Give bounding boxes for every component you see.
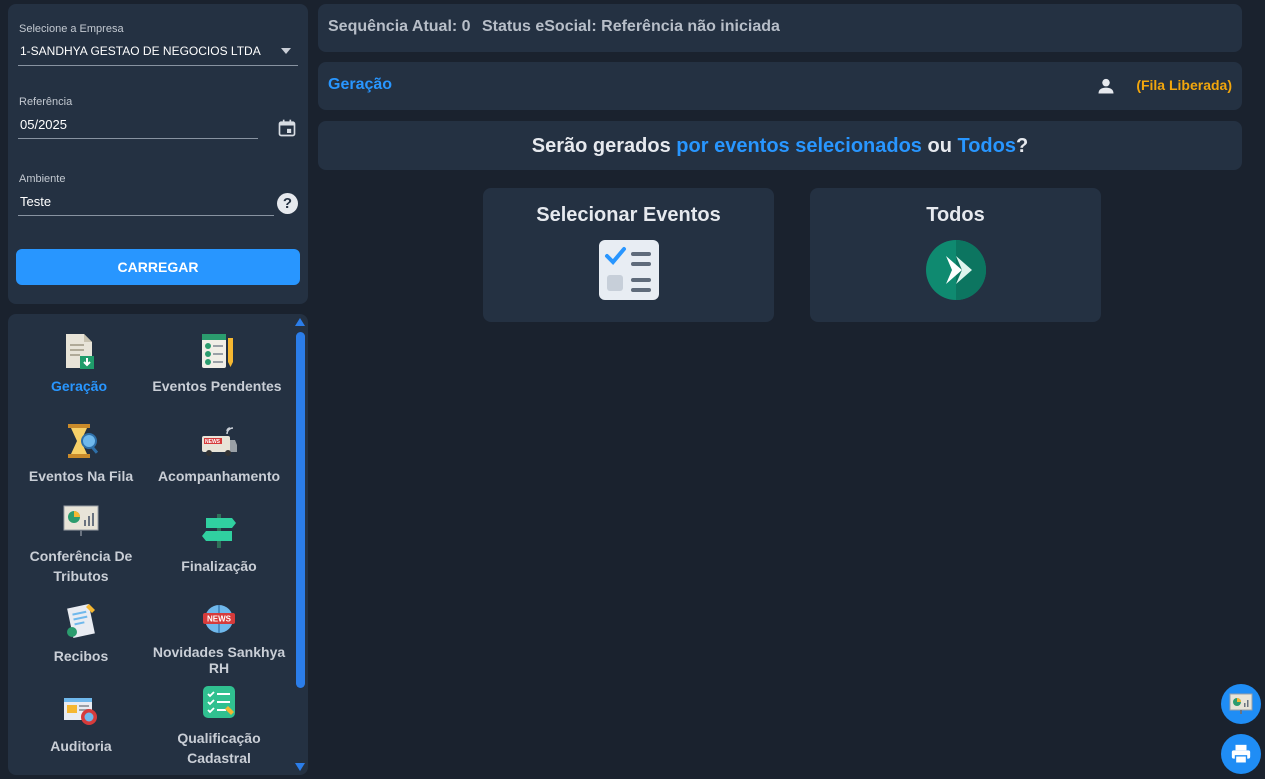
- menu-item-eventos-pendentes[interactable]: Eventos Pendentes: [148, 332, 286, 396]
- menu-item-finalizacao[interactable]: Finalização: [150, 512, 288, 576]
- menu-item-eventos-na-fila[interactable]: Eventos Na Fila: [12, 422, 150, 486]
- all-events-title: Todos: [926, 204, 985, 226]
- generation-title[interactable]: Geração: [328, 76, 392, 94]
- menu-item-label: Recibos: [53, 648, 109, 664]
- menu-item-label: Finalização: [181, 558, 257, 574]
- presentation-chart-icon: [63, 505, 99, 536]
- news-globe-icon: NEWS: [203, 605, 235, 633]
- calendar-icon[interactable]: [277, 118, 297, 138]
- fast-forward-icon: [925, 240, 986, 300]
- menu-item-recibos[interactable]: Recibos: [12, 602, 150, 666]
- environment-label: Ambiente: [19, 173, 66, 185]
- checklist-pencil-icon: [202, 334, 233, 368]
- module-menu-panel: Geração Eventos Pendentes Eventos Na Fil…: [8, 314, 308, 775]
- signpost-icon: [202, 514, 236, 548]
- report-button[interactable]: [1221, 684, 1261, 724]
- reference-field-underline: [18, 138, 258, 139]
- question-selected-events: por eventos selecionados: [676, 135, 922, 157]
- menu-scrollbar-thumb[interactable]: [296, 332, 305, 688]
- news-van-icon: NEWS: [202, 427, 237, 456]
- presentation-chart-icon: [1229, 693, 1253, 714]
- checklist-icon: [598, 240, 659, 300]
- qualification-checklist-icon: [203, 686, 235, 718]
- menu-item-qualificacao-cadastral[interactable]: Qualificação Cadastral: [150, 684, 288, 768]
- document-download-icon: [66, 334, 94, 369]
- menu-item-conferencia-de-tributos[interactable]: Conferência De Tributos: [12, 502, 150, 586]
- select-events-card[interactable]: Selecionar Eventos: [483, 188, 774, 322]
- menu-item-label: Geração: [50, 378, 108, 394]
- generation-header: Geração (Fila Liberada): [318, 62, 1242, 110]
- printer-icon: [1231, 744, 1251, 764]
- user-icon[interactable]: [1096, 76, 1116, 96]
- scroll-up-arrow[interactable]: [295, 318, 305, 326]
- load-button[interactable]: CARREGAR: [16, 249, 300, 285]
- question-text: ou: [921, 135, 958, 157]
- menu-item-label: Conferência De Tributos: [29, 548, 133, 584]
- receipt-icon: [67, 604, 95, 638]
- question-banner: Serão gerados por eventos selecionados o…: [318, 121, 1242, 170]
- sequence-status: Sequência Atual: 0: [328, 18, 471, 35]
- queue-status: (Fila Liberada): [1136, 77, 1232, 93]
- status-bar: Sequência Atual: 0 Status eSocial: Refer…: [318, 4, 1242, 52]
- company-label: Selecione a Empresa: [19, 23, 124, 35]
- reference-input[interactable]: 05/2025: [20, 117, 67, 132]
- question-text: Serão gerados: [531, 135, 677, 157]
- esocial-status: Status eSocial: Referência não iniciada: [482, 18, 780, 35]
- help-icon[interactable]: ?: [277, 193, 298, 214]
- environment-input[interactable]: Teste: [20, 194, 51, 209]
- svg-text:NEWS: NEWS: [205, 439, 221, 445]
- scroll-down-arrow[interactable]: [295, 763, 305, 771]
- reference-label: Referência: [19, 96, 73, 108]
- menu-item-novidades-sankhya-rh[interactable]: NEWS Novidades Sankhya RH: [150, 600, 288, 676]
- audit-search-icon: [64, 698, 97, 725]
- all-events-card[interactable]: Todos: [810, 188, 1101, 322]
- company-form-panel: Selecione a Empresa 1-SANDHYA GESTAO DE …: [8, 4, 308, 304]
- menu-item-label: Eventos Na Fila: [28, 468, 134, 484]
- svg-text:NEWS: NEWS: [207, 615, 232, 624]
- menu-item-acompanhamento[interactable]: NEWS Acompanhamento: [150, 422, 288, 486]
- company-field-underline: [18, 65, 298, 66]
- menu-item-label: Novidades Sankhya RH: [152, 644, 286, 676]
- menu-item-auditoria[interactable]: Auditoria: [12, 692, 150, 756]
- menu-item-label: Acompanhamento: [157, 468, 281, 484]
- question-mark: ?: [1016, 135, 1029, 157]
- environment-field-underline: [18, 215, 274, 216]
- menu-item-label: Eventos Pendentes: [152, 378, 282, 394]
- menu-item-geracao[interactable]: Geração: [10, 332, 148, 396]
- menu-item-label: Auditoria: [50, 738, 112, 754]
- generation-question: Serão gerados por eventos selecionados o…: [318, 135, 1242, 158]
- question-all: Todos: [957, 135, 1016, 157]
- select-events-title: Selecionar Eventos: [536, 204, 721, 226]
- chevron-down-icon[interactable]: [281, 48, 291, 54]
- print-button[interactable]: [1221, 734, 1261, 774]
- company-select[interactable]: 1-SANDHYA GESTAO DE NEGOCIOS LTDA: [20, 44, 261, 58]
- hourglass-search-icon: [68, 424, 99, 458]
- menu-item-label: Qualificação Cadastral: [177, 730, 261, 766]
